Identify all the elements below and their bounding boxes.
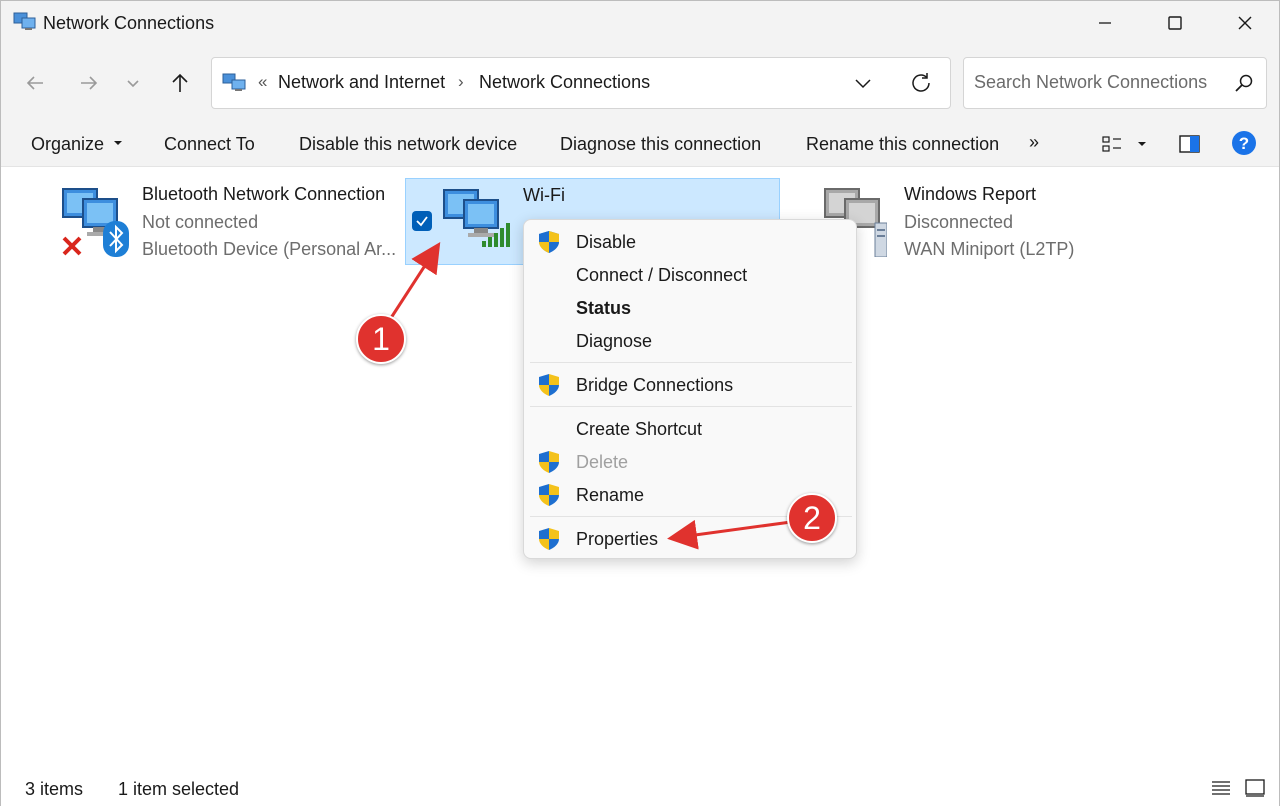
diagnose-connection-button[interactable]: Diagnose this connection bbox=[560, 134, 761, 155]
menu-item-label: Connect / Disconnect bbox=[576, 265, 748, 285]
uac-shield-icon bbox=[539, 374, 559, 396]
uac-shield-icon bbox=[539, 231, 559, 253]
menu-item-label: Delete bbox=[576, 452, 629, 472]
address-dropdown-icon[interactable] bbox=[852, 72, 874, 94]
connection-status: Not connected bbox=[142, 212, 259, 232]
menu-item-delete: Delete bbox=[524, 446, 856, 479]
search-box[interactable] bbox=[963, 57, 1267, 109]
disconnected-x-icon bbox=[62, 236, 82, 256]
annotation-marker-2: 2 bbox=[787, 493, 837, 543]
search-input[interactable] bbox=[974, 72, 1224, 93]
window-title: Network Connections bbox=[43, 13, 215, 33]
search-icon bbox=[1235, 74, 1253, 92]
uac-shield-icon bbox=[539, 484, 559, 506]
checkmark-icon bbox=[416, 216, 428, 227]
back-button[interactable] bbox=[17, 65, 53, 101]
preview-pane-icon[interactable] bbox=[1178, 133, 1202, 155]
uac-shield-icon bbox=[539, 451, 559, 473]
chevron-down-icon bbox=[127, 80, 139, 88]
selection-checkbox[interactable] bbox=[412, 211, 432, 231]
menu-item-status[interactable]: Status bbox=[524, 292, 856, 325]
view-dropdown-icon[interactable] bbox=[1137, 139, 1147, 149]
connection-name: Wi-Fi bbox=[523, 185, 565, 205]
menu-item-label: Create Shortcut bbox=[576, 419, 703, 439]
connection-item-windows-report[interactable]: Windows Report Disconnected WAN Miniport… bbox=[819, 177, 1119, 265]
up-button[interactable] bbox=[162, 65, 198, 101]
menu-item-label: Properties bbox=[576, 529, 659, 549]
menu-item-label: Diagnose bbox=[576, 331, 653, 351]
menu-item-label: Disable bbox=[576, 232, 637, 252]
breadcrumb-overflow[interactable]: « bbox=[258, 72, 267, 92]
navigation-bar: « Network and Internet › Network Connect… bbox=[1, 45, 1279, 121]
network-connections-app-icon bbox=[13, 12, 36, 30]
uac-shield-icon bbox=[539, 528, 559, 550]
breadcrumb-separator[interactable]: › bbox=[458, 72, 464, 92]
menu-separator bbox=[530, 406, 852, 407]
minimize-icon bbox=[1099, 22, 1111, 24]
arrow-up-icon bbox=[172, 73, 188, 92]
connection-device: WAN Miniport (L2TP) bbox=[904, 239, 1075, 259]
menu-item-bridge-connections[interactable]: Bridge Connections bbox=[524, 369, 856, 402]
command-bar: Organize Connect To Disable this network… bbox=[1, 121, 1279, 167]
wifi-signal-bars-icon bbox=[482, 223, 510, 247]
connection-device: Bluetooth Device (Personal Ar... bbox=[142, 239, 397, 259]
menu-item-diagnose[interactable]: Diagnose bbox=[524, 325, 856, 358]
annotation-marker-1: 1 bbox=[356, 314, 406, 364]
organize-label: Organize bbox=[31, 134, 105, 154]
help-icon[interactable]: ? bbox=[1231, 130, 1257, 156]
refresh-icon[interactable] bbox=[908, 70, 934, 96]
item-count: 3 items bbox=[25, 779, 84, 799]
menu-separator bbox=[530, 362, 852, 363]
selection-count: 1 item selected bbox=[118, 779, 240, 799]
menu-item-connect-disconnect[interactable]: Connect / Disconnect bbox=[524, 259, 856, 292]
maximize-icon bbox=[1168, 16, 1182, 30]
close-icon bbox=[1238, 16, 1252, 30]
organize-menu-button[interactable]: Organize bbox=[31, 134, 123, 155]
address-bar[interactable]: « Network and Internet › Network Connect… bbox=[211, 57, 951, 109]
connect-to-button[interactable]: Connect To bbox=[164, 134, 255, 155]
network-connections-window: Network Connections « Network and Intern… bbox=[0, 0, 1280, 806]
close-button[interactable] bbox=[1210, 1, 1280, 45]
large-icons-view-icon[interactable] bbox=[1244, 777, 1266, 799]
details-view-icon[interactable] bbox=[1210, 777, 1232, 799]
arrow-left-icon bbox=[26, 76, 43, 90]
connection-item-bluetooth[interactable]: Bluetooth Network Connection Not connect… bbox=[57, 177, 397, 265]
forward-button[interactable] bbox=[71, 65, 107, 101]
connection-name: Bluetooth Network Connection bbox=[142, 184, 386, 204]
menu-item-label: Rename bbox=[576, 485, 645, 505]
connection-name: Windows Report bbox=[904, 184, 1037, 204]
recent-locations-button[interactable] bbox=[115, 65, 151, 101]
disable-device-button[interactable]: Disable this network device bbox=[299, 134, 517, 155]
view-options-icon[interactable] bbox=[1101, 134, 1125, 154]
breadcrumb-network-and-internet[interactable]: Network and Internet bbox=[278, 72, 445, 93]
arrow-right-icon bbox=[81, 76, 98, 90]
svg-text:?: ? bbox=[1239, 134, 1249, 153]
connection-status: Disconnected bbox=[904, 212, 1014, 232]
menu-item-label: Status bbox=[576, 298, 632, 318]
bluetooth-icon bbox=[103, 221, 129, 257]
status-bar: 3 items 1 item selected bbox=[1, 771, 1279, 806]
more-commands-button[interactable]: » bbox=[1029, 132, 1039, 153]
rename-connection-button[interactable]: Rename this connection bbox=[806, 134, 999, 155]
menu-item-disable[interactable]: Disable bbox=[524, 226, 856, 259]
maximize-button[interactable] bbox=[1140, 1, 1210, 45]
menu-item-create-shortcut[interactable]: Create Shortcut bbox=[524, 413, 856, 446]
network-location-icon bbox=[222, 73, 246, 91]
title-bar: Network Connections bbox=[1, 1, 1279, 45]
minimize-button[interactable] bbox=[1070, 1, 1140, 45]
breadcrumb-network-connections[interactable]: Network Connections bbox=[479, 72, 650, 93]
menu-item-label: Bridge Connections bbox=[576, 375, 734, 395]
caret-down-icon bbox=[114, 141, 123, 145]
